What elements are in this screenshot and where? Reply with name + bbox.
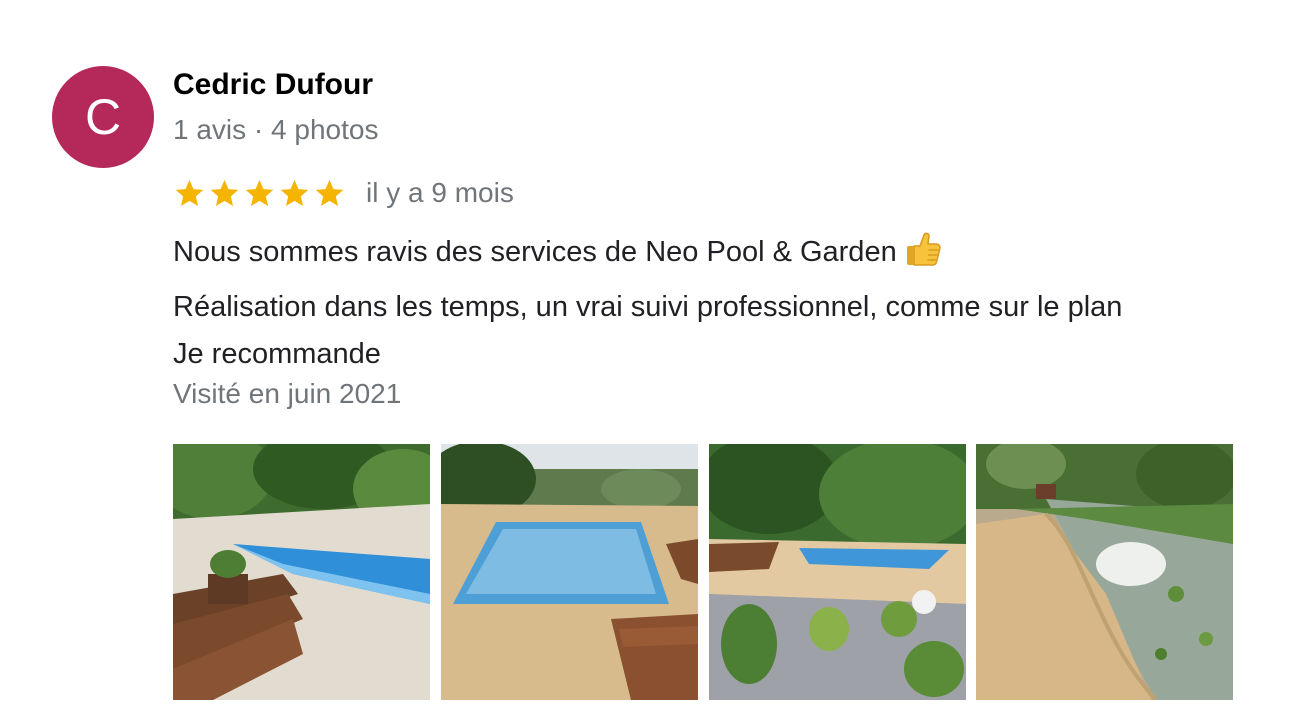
star-icon xyxy=(245,179,274,206)
review-text: Nous sommes ravis des services de Neo Po… xyxy=(173,229,1298,378)
star-icon xyxy=(175,179,204,206)
thumbs-up-icon xyxy=(903,229,943,284)
review-line: Réalisation dans les temps, un vrai suiv… xyxy=(173,291,1123,323)
review-time: il y a 9 mois xyxy=(366,177,514,208)
review-photo-3[interactable] xyxy=(709,444,966,700)
star-rating xyxy=(173,177,346,210)
reviewer-meta: 1 avis · 4 photos xyxy=(173,114,379,145)
review-photo-4[interactable] xyxy=(976,444,1233,700)
visit-date: Visité en juin 2021 xyxy=(173,378,402,409)
review-photo-1[interactable] xyxy=(173,444,430,700)
review-line-text: Nous sommes ravis des services de Neo Po… xyxy=(173,236,897,268)
reviewer-name[interactable]: Cedric Dufour xyxy=(173,66,373,104)
star-icon xyxy=(280,179,309,206)
star-icon xyxy=(210,179,239,206)
review-line: Nous sommes ravis des services de Neo Po… xyxy=(173,229,1298,284)
rating-row: il y a 9 mois xyxy=(173,173,514,213)
review-photo-2[interactable] xyxy=(441,444,698,700)
review-line: Je recommande xyxy=(173,338,381,370)
star-icon xyxy=(315,179,344,206)
avatar[interactable]: C xyxy=(52,66,154,168)
